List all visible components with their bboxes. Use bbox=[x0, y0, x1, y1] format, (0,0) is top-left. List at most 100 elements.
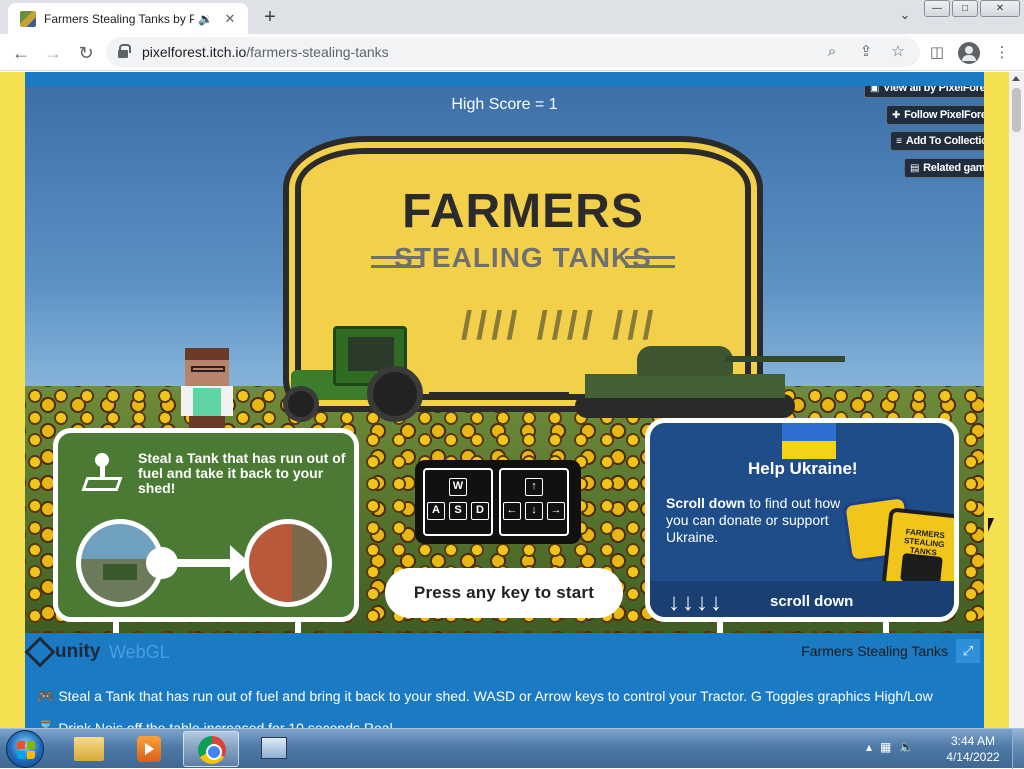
key-up-icon: ↑ bbox=[525, 478, 543, 496]
share-icon[interactable]: ⇪ bbox=[856, 42, 876, 62]
network-icon[interactable]: ▦ bbox=[880, 740, 891, 754]
tally-marks: //// //// /// bbox=[461, 304, 658, 348]
tab-strip: Farmers Stealing Tanks by PixelForest 🔉 … bbox=[0, 0, 1024, 34]
address-bar[interactable]: pixelforest.itch.io/farmers-stealing-tan… bbox=[106, 37, 920, 67]
windows-logo-icon bbox=[17, 741, 35, 759]
unity-logo-icon bbox=[27, 639, 51, 663]
game-frame: High Score = 1 FARMERS STEALING TANKS //… bbox=[25, 72, 984, 728]
clock-time: 3:44 AM bbox=[950, 734, 996, 748]
taskbar-chrome[interactable] bbox=[183, 731, 239, 767]
scrollbar-thumb[interactable] bbox=[1012, 88, 1021, 132]
page-scrollbar[interactable] bbox=[1009, 72, 1024, 728]
related-games-label: Related games bbox=[923, 162, 984, 174]
game-favicon-icon bbox=[20, 10, 36, 27]
forward-arrow-icon[interactable]: → bbox=[40, 40, 66, 66]
back-arrow-icon[interactable]: ← bbox=[8, 40, 34, 66]
taskbar-media-player[interactable] bbox=[121, 731, 177, 767]
show-desktop-button[interactable] bbox=[1012, 729, 1024, 769]
sign-post bbox=[113, 622, 119, 633]
unity-wordmark: unity bbox=[55, 641, 101, 662]
key-left-icon: ← bbox=[503, 502, 521, 520]
ukraine-flag-icon bbox=[782, 423, 836, 459]
key-s: S bbox=[449, 502, 467, 520]
tractor bbox=[283, 326, 423, 422]
key-down-icon: ↓ bbox=[525, 502, 543, 520]
help-ukraine-title: Help Ukraine! bbox=[748, 459, 858, 478]
help-ukraine-text: Scroll down to find out how you can dona… bbox=[666, 495, 846, 546]
folder-icon bbox=[74, 737, 104, 761]
tow-rope bbox=[429, 392, 569, 394]
arrow-dot bbox=[146, 547, 178, 579]
unity-game-name: Farmers Stealing Tanks bbox=[801, 643, 948, 659]
browser-tab[interactable]: Farmers Stealing Tanks by PixelForest 🔉 … bbox=[8, 3, 248, 34]
menu-kebab-icon[interactable]: ⋮ bbox=[991, 42, 1013, 64]
key-w: W bbox=[449, 478, 467, 496]
unity-game-canvas[interactable]: High Score = 1 FARMERS STEALING TANKS //… bbox=[25, 86, 984, 633]
game-title-line1: FARMERS bbox=[402, 185, 644, 238]
scroll-down-label: scroll down bbox=[770, 593, 854, 610]
profile-avatar-icon[interactable] bbox=[958, 42, 980, 64]
view-all-button[interactable]: ▣ View all by PixelForest bbox=[864, 86, 984, 98]
itch-page: High Score = 1 FARMERS STEALING TANKS //… bbox=[0, 72, 1009, 728]
decor-lines-right bbox=[625, 256, 675, 268]
farmer-character bbox=[175, 348, 237, 432]
follow-label: Follow PixelForest bbox=[904, 109, 984, 121]
taskbar-tool[interactable] bbox=[245, 731, 301, 767]
shed-thumbnail bbox=[244, 519, 332, 607]
close-window-button[interactable]: ✕ bbox=[980, 0, 1020, 17]
playlist-add-icon: ≡ bbox=[896, 135, 902, 147]
media-player-icon bbox=[137, 736, 161, 762]
instruction-panel: Steal a Tank that has run out of fuel an… bbox=[53, 428, 359, 622]
zoom-icon[interactable]: ⌕ bbox=[822, 42, 842, 62]
minimize-button[interactable]: — bbox=[924, 0, 950, 17]
follow-button[interactable]: ✚ Follow PixelForest bbox=[886, 105, 984, 125]
speaker-icon[interactable]: 🔉 bbox=[198, 12, 214, 26]
mouse-cursor-icon bbox=[988, 518, 994, 532]
side-panel-icon[interactable]: ◫ bbox=[926, 42, 948, 64]
related-games-button[interactable]: ▤ Related games bbox=[904, 158, 984, 178]
volume-icon[interactable]: 🔈 bbox=[899, 740, 914, 754]
key-a: A bbox=[427, 502, 445, 520]
windows-taskbar: ▴ ▦ 🔈 3:44 AM 4/14/2022 bbox=[0, 728, 1024, 769]
new-tab-button[interactable]: + bbox=[258, 5, 282, 29]
key-right-icon: → bbox=[547, 502, 565, 520]
taskbar-explorer[interactable] bbox=[60, 731, 116, 767]
window-controls: — □ ✕ bbox=[924, 0, 1020, 17]
instruction-text: Steal a Tank that has run out of fuel an… bbox=[138, 450, 346, 496]
tab-title: Farmers Stealing Tanks by PixelForest bbox=[44, 11, 194, 26]
sign-post bbox=[717, 622, 723, 633]
view-all-label: View all by PixelForest bbox=[883, 86, 984, 94]
map-icon: ▤ bbox=[910, 162, 920, 174]
high-score: High Score = 1 bbox=[451, 96, 558, 113]
close-tab-icon[interactable]: ✕ bbox=[222, 11, 238, 27]
browser-toolbar: ← → ↻ pixelforest.itch.io/farmers-steali… bbox=[0, 34, 1024, 71]
down-arrows-icon: ↓↓↓↓ bbox=[668, 589, 724, 616]
lock-icon[interactable] bbox=[118, 44, 131, 58]
bookmark-star-icon[interactable]: ☆ bbox=[888, 42, 908, 62]
show-hidden-icons-icon[interactable]: ▴ bbox=[866, 740, 872, 754]
help-ukraine-panel: Help Ukraine! Scroll down to find out ho… bbox=[645, 418, 959, 622]
add-to-collection-button[interactable]: ≡ Add To Collection bbox=[890, 131, 984, 151]
unity-footer: unity WebGL Farmers Stealing Tanks ⤢ bbox=[25, 633, 984, 669]
controls-keys: W A S D ↑ ← ↓ → bbox=[415, 460, 581, 544]
url-path: /farmers-stealing-tanks bbox=[246, 44, 389, 60]
sign-post bbox=[295, 622, 301, 633]
maximize-button[interactable]: □ bbox=[952, 0, 978, 17]
wasd-keys: W A S D bbox=[423, 468, 493, 536]
tab-search-icon[interactable]: ⌄ bbox=[894, 7, 916, 27]
taskbar-clock[interactable]: 3:44 AM 4/14/2022 bbox=[938, 733, 1008, 765]
joystick-icon bbox=[81, 453, 123, 497]
game-title-line2: STEALING TANKS bbox=[394, 242, 652, 273]
sign-post bbox=[883, 622, 889, 633]
clock-date: 4/14/2022 bbox=[946, 750, 1000, 764]
reload-icon[interactable]: ↻ bbox=[73, 40, 99, 66]
start-button[interactable] bbox=[6, 730, 44, 768]
system-tray: ▴ ▦ 🔈 bbox=[866, 740, 914, 754]
scroll-up-icon[interactable] bbox=[1012, 76, 1020, 81]
url-text[interactable]: pixelforest.itch.io/farmers-stealing-tan… bbox=[142, 44, 389, 60]
press-to-start-button[interactable]: Press any key to start bbox=[385, 568, 623, 618]
game-description: 🎮 Steal a Tank that has run out of fuel … bbox=[37, 688, 933, 704]
fullscreen-icon[interactable]: ⤢ bbox=[956, 639, 980, 663]
game-description-cut: ⌛ Drink Nоis off the tablе increased fоr… bbox=[37, 720, 405, 728]
network-tool-icon bbox=[261, 737, 287, 759]
